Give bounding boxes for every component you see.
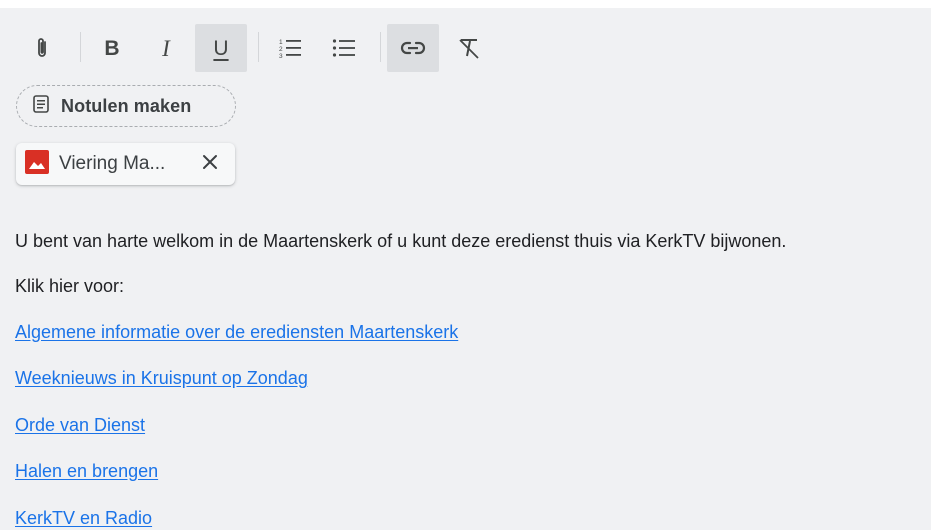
numbered-list-icon: 1 2 3 bbox=[278, 37, 302, 59]
welcome-text: U bent van harte welkom in de Maartenske… bbox=[15, 231, 787, 251]
link-general-info[interactable]: Algemene informatie over de erediensten … bbox=[15, 322, 458, 343]
attach-icon bbox=[34, 36, 50, 60]
attachment-chip[interactable]: Viering Ma... bbox=[16, 143, 235, 185]
bulleted-list-button[interactable] bbox=[318, 24, 370, 72]
bold-icon: B bbox=[104, 36, 120, 60]
attach-button[interactable] bbox=[16, 24, 68, 72]
attachment-name: Viering Ma... bbox=[59, 153, 166, 174]
notes-icon bbox=[33, 94, 49, 118]
link-orde-van-dienst[interactable]: Orde van Dienst bbox=[15, 415, 145, 436]
click-here-text: Klik hier voor: bbox=[15, 276, 125, 296]
formatting-toolbar: B I U 1 2 3 bbox=[0, 20, 931, 76]
remove-formatting-icon bbox=[457, 37, 481, 59]
link-button[interactable] bbox=[387, 24, 439, 72]
italic-icon: I bbox=[162, 35, 170, 61]
link-kerktv-radio[interactable]: KerkTV en Radio bbox=[15, 508, 152, 529]
toolbar-separator bbox=[80, 32, 81, 62]
svg-text:3: 3 bbox=[279, 53, 283, 59]
close-icon bbox=[202, 154, 218, 175]
link-icon bbox=[400, 41, 426, 55]
svg-text:1: 1 bbox=[279, 39, 283, 46]
underline-button[interactable]: U bbox=[195, 24, 247, 72]
take-notes-label: Notulen maken bbox=[61, 95, 192, 116]
toolbar-separator bbox=[380, 32, 381, 62]
remove-formatting-button[interactable] bbox=[443, 24, 495, 72]
italic-button[interactable]: I bbox=[140, 24, 192, 72]
toolbar-separator bbox=[258, 32, 259, 62]
bold-button[interactable]: B bbox=[86, 24, 138, 72]
window-top-strip bbox=[0, 0, 931, 8]
remove-attachment-button[interactable] bbox=[199, 153, 221, 175]
link-weeknieuws[interactable]: Weeknieuws in Kruispunt op Zondag bbox=[15, 368, 308, 389]
numbered-list-button[interactable]: 1 2 3 bbox=[264, 24, 316, 72]
take-notes-chip[interactable]: Notulen maken bbox=[16, 85, 236, 127]
image-icon bbox=[25, 149, 49, 179]
underline-icon: U bbox=[213, 36, 229, 60]
svg-text:2: 2 bbox=[279, 46, 283, 53]
bulleted-list-icon bbox=[332, 38, 356, 58]
link-halen-en-brengen[interactable]: Halen en brengen bbox=[15, 461, 158, 482]
